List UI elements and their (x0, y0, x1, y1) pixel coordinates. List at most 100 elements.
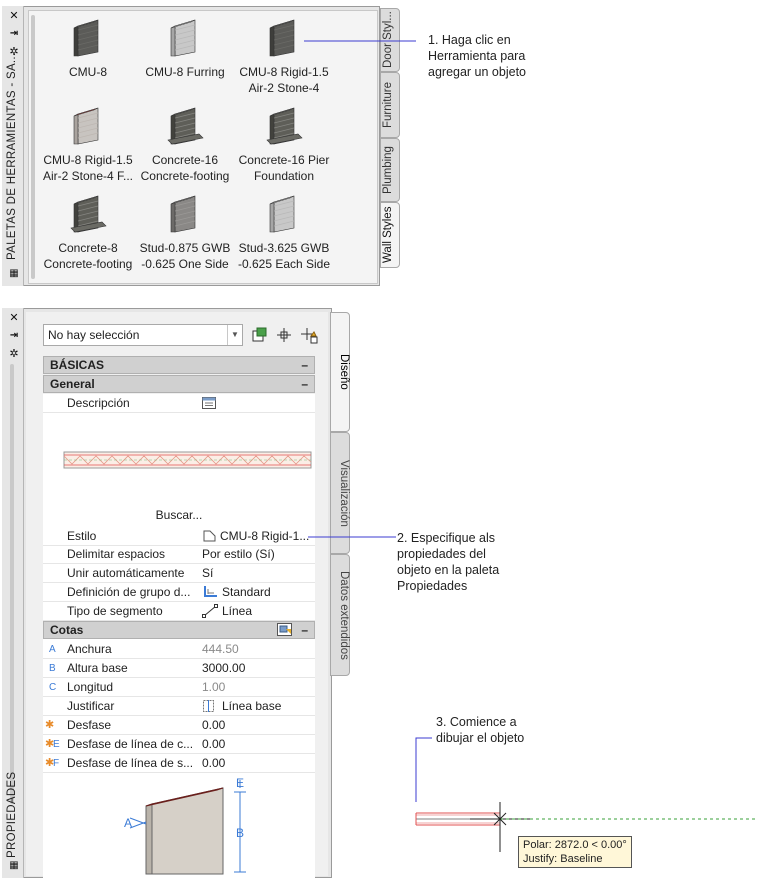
property-row[interactable]: Definición de grupo d... Standard (43, 583, 315, 602)
property-label: Estilo (67, 529, 97, 543)
tool-label-line2: Air-2 Stone-4 (248, 81, 320, 95)
justify-icon (203, 700, 214, 712)
properties-titlebar[interactable]: ✕ ⇥ ✲ PROPIEDADES ▦ (2, 308, 24, 878)
tab-design[interactable]: Diseño (330, 312, 350, 432)
property-row[interactable]: Tipo de segmento Línea (43, 602, 315, 621)
tool-label: Concrete-16 (151, 153, 219, 167)
tool-label: Stud-3.625 GWB (238, 241, 330, 255)
pick-point-icon[interactable] (275, 326, 293, 344)
palette-menu-icon[interactable]: ▦ (8, 268, 20, 280)
wall-style-preview (63, 451, 312, 469)
dimension-row[interactable]: ✱ F Desfase de línea de s... 0.00 (43, 754, 315, 773)
property-value[interactable]: 0.00 (202, 716, 315, 735)
close-icon[interactable]: ✕ (8, 312, 20, 324)
property-value[interactable]: Sí (202, 564, 315, 583)
property-value[interactable]: Línea base (202, 697, 315, 716)
polar-tracking-tooltip: Polar: 2872.0 < 0.00° Justify: Baseline (518, 836, 632, 868)
tab-wall-styles[interactable]: Wall Styles (380, 202, 400, 268)
tool-item[interactable]: CMU-8 Rigid-1.5 Air-2 Stone-4 F... (36, 106, 140, 184)
tool-item[interactable]: Stud-0.875 GWB -0.625 One Side (133, 194, 237, 272)
property-value[interactable]: CMU-8 Rigid-1... (202, 527, 315, 546)
dimension-row[interactable]: ✱ E Desfase de línea de c... 0.00 (43, 735, 315, 754)
tool-label: CMU-8 (69, 65, 107, 79)
dark-wall-icon (73, 19, 99, 57)
property-value[interactable]: Línea (202, 602, 315, 621)
tool-label-line2: Concrete-footing (140, 169, 230, 183)
property-label: Unir automáticamente (67, 566, 185, 580)
properties-scroll-track[interactable] (10, 364, 14, 804)
tool-item[interactable]: Concrete-16 Concrete-footing (133, 106, 237, 184)
auto-hide-icon[interactable]: ⇥ (8, 330, 20, 342)
tab-furniture[interactable]: Furniture (380, 72, 400, 138)
tool-palette-title: PALETAS DE HERRAMIENTAS - SA... (6, 52, 18, 260)
dimension-row[interactable]: B Altura base 3000.00 (43, 659, 315, 678)
tool-label: Concrete-16 Pier (238, 153, 330, 167)
section-dimensions[interactable]: Cotas – (43, 621, 315, 639)
tab-plumbing[interactable]: Plumbing (380, 138, 400, 202)
selection-dropdown[interactable]: No hay selección ▼ (43, 324, 243, 346)
property-row[interactable]: Estilo CMU-8 Rigid-1... (43, 527, 315, 546)
property-value[interactable]: Standard (202, 583, 315, 602)
tool-label: Concrete-8 (58, 241, 118, 255)
property-value[interactable]: 3000.00 (202, 659, 315, 678)
property-label: Desfase (67, 718, 112, 732)
properties-menu-icon[interactable]: ✲ (8, 348, 20, 360)
tool-item[interactable]: Concrete-8 Concrete-footing (36, 194, 140, 272)
dimension-row[interactable]: Justificar Línea base (43, 697, 315, 716)
collapse-icon[interactable]: – (301, 376, 308, 392)
dimension-key: E (53, 739, 60, 750)
palette-menu-icon[interactable]: ▦ (8, 860, 20, 872)
section-basic[interactable]: BÁSICAS – (43, 356, 315, 374)
tool-item[interactable]: CMU-8 Furring (133, 18, 237, 80)
dimension-picker-icon[interactable] (277, 623, 293, 637)
search-link[interactable]: Buscar... (43, 508, 315, 522)
group-definition-icon (204, 586, 217, 597)
dimension-row[interactable]: ✱ Desfase 0.00 (43, 716, 315, 735)
section-general[interactable]: General – (43, 375, 315, 393)
tool-label-line2: -0.625 One Side (141, 257, 229, 271)
callout-1-line (304, 40, 416, 42)
property-label: Longitud (67, 680, 114, 694)
property-value[interactable]: Por estilo (Sí) (202, 545, 315, 564)
auto-hide-icon[interactable]: ⇥ (8, 28, 20, 40)
property-row[interactable]: Unir automáticamente Sí (43, 564, 315, 583)
collapse-icon[interactable]: – (301, 622, 308, 638)
tool-label: Stud-0.875 GWB (139, 241, 231, 255)
property-value: 444.50 (202, 642, 239, 656)
segment-line-icon (202, 604, 218, 618)
tool-item[interactable]: Stud-3.625 GWB -0.625 Each Side (232, 194, 336, 272)
property-row-description[interactable]: Descripción (43, 394, 315, 413)
property-label: Tipo de segmento (67, 604, 163, 618)
tool-palette-titlebar[interactable]: ✕ ⇥ ✲ PALETAS DE HERRAMIENTAS - SA... ▦ (2, 6, 24, 286)
select-objects-icon[interactable] (250, 326, 268, 344)
property-value[interactable]: 0.00 (202, 735, 315, 754)
brick-wall-icon (73, 107, 99, 145)
collapse-icon[interactable]: – (301, 357, 308, 373)
light-wall-icon (269, 195, 295, 233)
tool-label: CMU-8 Rigid-1.5 (43, 153, 133, 167)
dimension-row[interactable]: C Longitud 1.00 (43, 678, 315, 697)
light-wall-icon (170, 19, 196, 57)
tool-item[interactable]: CMU-8 Rigid-1.5 Air-2 Stone-4 (232, 18, 336, 96)
property-row[interactable]: Delimitar espacios Por estilo (Sí) (43, 545, 315, 564)
property-label: Anchura (67, 642, 112, 656)
description-edit-icon[interactable] (202, 394, 315, 413)
justify-readout: Justify: Baseline (523, 853, 603, 865)
chevron-down-icon[interactable]: ▼ (227, 325, 242, 345)
tool-palette-scrollbar[interactable] (31, 15, 35, 279)
property-value[interactable]: 0.00 (202, 754, 315, 773)
tool-item[interactable]: CMU-8 (36, 18, 140, 80)
selection-value: No hay selección (48, 328, 140, 342)
property-label: Altura base (67, 661, 128, 675)
dimension-key: C (49, 682, 57, 693)
quick-select-icon[interactable] (300, 326, 318, 344)
wall-dimension-diagram (129, 780, 246, 875)
dimension-key: F (53, 758, 60, 769)
tab-extended-data[interactable]: Datos extendidos (330, 554, 350, 676)
tool-label: CMU-8 Rigid-1.5 (239, 65, 329, 79)
close-icon[interactable]: ✕ (8, 10, 20, 22)
tool-label-line2: Air-2 Stone-4 F... (42, 169, 134, 183)
dimension-row[interactable]: A Anchura 444.50 (43, 640, 315, 659)
tool-item[interactable]: Concrete-16 Pier Foundation (232, 106, 336, 184)
property-label: Desfase de línea de c... (67, 737, 194, 751)
